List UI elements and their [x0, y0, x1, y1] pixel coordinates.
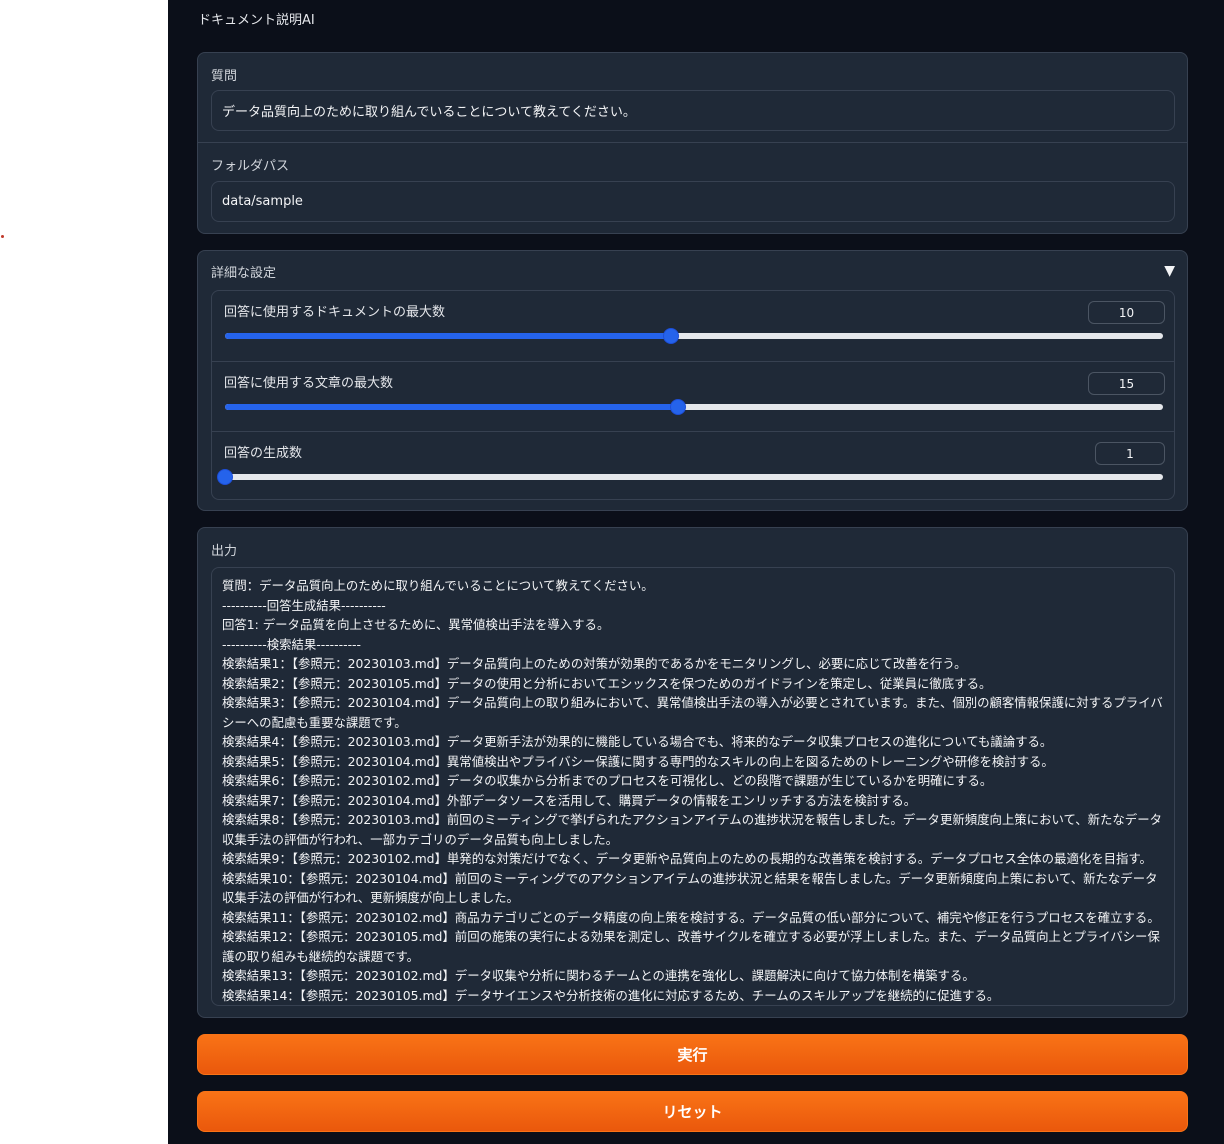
- divider: [198, 142, 1187, 143]
- slider-max-sentences: 回答に使用する文章の最大数 15: [212, 361, 1174, 431]
- reset-button[interactable]: リセット: [197, 1091, 1188, 1132]
- caret-down-icon: ▼: [1164, 263, 1175, 279]
- slider-fill: [225, 333, 671, 339]
- input-panel: 質問 データ品質向上のために取り組んでいることについて教えてください。 フォルダ…: [197, 52, 1188, 234]
- advanced-settings-panel: 詳細な設定 ▼ 回答に使用するドキュメントの最大数 10 回答に使用する文章の最…: [197, 250, 1188, 511]
- slider-label: 回答に使用する文章の最大数: [224, 376, 394, 391]
- slider-thumb[interactable]: [217, 469, 233, 485]
- slider-label: 回答に使用するドキュメントの最大数: [224, 305, 446, 320]
- max-documents-number-input[interactable]: 10: [1088, 301, 1165, 324]
- slider-label: 回答の生成数: [224, 446, 303, 461]
- folder-path-label: フォルダパス: [211, 159, 290, 174]
- output-label: 出力: [211, 544, 238, 559]
- slider-thumb[interactable]: [670, 399, 687, 415]
- marker-dot: [1, 235, 4, 238]
- sliders-container: 回答に使用するドキュメントの最大数 10 回答に使用する文章の最大数 15 回答…: [211, 290, 1175, 500]
- app-title: ドキュメント説明AI: [198, 13, 315, 28]
- question-label: 質問: [211, 69, 238, 84]
- slider-max-documents: 回答に使用するドキュメントの最大数 10: [212, 291, 1174, 361]
- folder-path-input[interactable]: data/sample: [211, 181, 1175, 222]
- max-sentences-number-input[interactable]: 15: [1088, 372, 1165, 395]
- app-container: ドキュメント説明AI 質問 データ品質向上のために取り組んでいることについて教え…: [168, 0, 1224, 1144]
- slider-num-generations: 回答の生成数 1: [212, 431, 1174, 501]
- slider-track[interactable]: [225, 328, 1163, 344]
- run-button[interactable]: 実行: [197, 1034, 1188, 1075]
- num-generations-number-input[interactable]: 1: [1095, 442, 1165, 465]
- left-margin: [0, 0, 168, 1144]
- slider-track[interactable]: [217, 469, 1163, 485]
- slider-thumb[interactable]: [662, 328, 679, 344]
- output-textarea[interactable]: 質問：データ品質向上のために取り組んでいることについて教えてください。 ----…: [211, 567, 1175, 1006]
- advanced-settings-toggle[interactable]: 詳細な設定 ▼: [211, 261, 1175, 281]
- slider-fill: [225, 404, 679, 410]
- slider-track[interactable]: [225, 399, 1163, 415]
- question-input[interactable]: データ品質向上のために取り組んでいることについて教えてください。: [211, 90, 1175, 131]
- output-panel: 出力 質問：データ品質向上のために取り組んでいることについて教えてください。 -…: [197, 527, 1188, 1018]
- advanced-settings-title: 詳細な設定: [211, 265, 277, 281]
